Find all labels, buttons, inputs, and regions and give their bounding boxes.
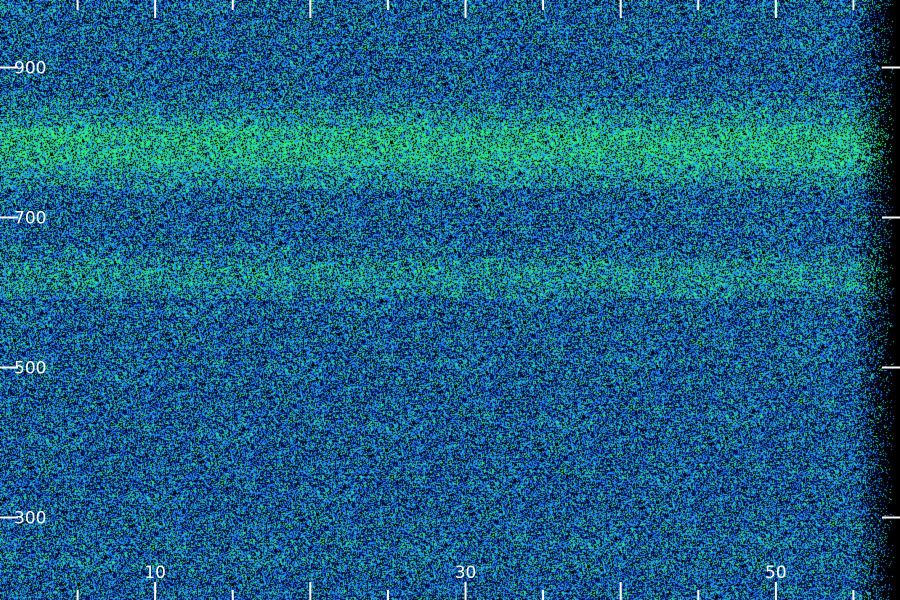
y-tick-label: 300 xyxy=(14,509,46,529)
x-tick-label: 30 xyxy=(455,563,477,583)
axes-overlay: 10 30 50 900 700 500 300 xyxy=(0,0,900,600)
y-tick-label: 900 xyxy=(14,59,46,79)
x-tick-label: 10 xyxy=(144,563,166,583)
y-tick-label: 700 xyxy=(14,209,46,229)
tick-marks xyxy=(0,0,900,600)
tick-labels: 10 30 50 900 700 500 300 xyxy=(14,59,787,584)
y-tick-label: 500 xyxy=(14,359,46,379)
x-tick-label: 50 xyxy=(765,563,787,583)
heatmap-chart: 10 30 50 900 700 500 300 xyxy=(0,0,900,600)
